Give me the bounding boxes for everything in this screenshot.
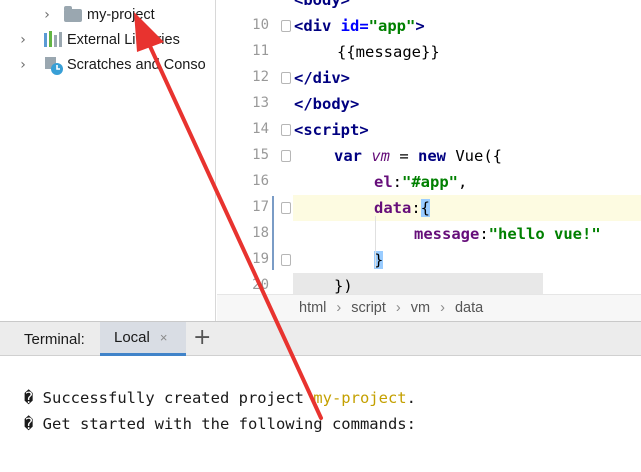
- code-line: }): [293, 273, 543, 294]
- chevron-right-icon: ›: [336, 300, 342, 316]
- line-number: 12: [252, 69, 269, 85]
- code-line: <body>: [294, 0, 350, 9]
- scratches-icon: [44, 56, 64, 75]
- library-icon: [44, 31, 64, 49]
- chevron-right-icon[interactable]: ›: [40, 7, 54, 23]
- line-number: 18: [252, 225, 269, 241]
- fold-marker-icon[interactable]: [281, 254, 291, 266]
- terminal-line: � Get started with the following command…: [24, 415, 416, 433]
- breadcrumb-item[interactable]: script: [351, 300, 386, 316]
- code-line: message:"hello vue!": [414, 225, 601, 243]
- code-line: </div>: [294, 69, 350, 87]
- tab-local[interactable]: Local ×: [100, 322, 186, 356]
- tree-item-my-project[interactable]: › my-project: [40, 3, 155, 27]
- tree-item-label: External Libraries: [67, 32, 180, 48]
- line-number: 16: [252, 173, 269, 189]
- code-line: el:"#app",: [374, 173, 468, 191]
- current-code-line: data:{: [293, 195, 641, 221]
- code-line: var vm = new Vue({: [334, 147, 502, 165]
- breadcrumb-item[interactable]: html: [299, 300, 326, 316]
- code-line: </body>: [294, 95, 360, 113]
- breadcrumb-item[interactable]: data: [455, 300, 483, 316]
- code-editor[interactable]: <body> <div id="app"> {{message}} </div>…: [293, 0, 641, 294]
- folder-icon: [64, 6, 84, 24]
- fold-marker-icon[interactable]: [281, 20, 291, 32]
- chevron-right-icon[interactable]: ›: [16, 32, 30, 48]
- close-icon[interactable]: ×: [160, 330, 168, 345]
- tree-item-label: Scratches and Conso: [67, 57, 206, 73]
- add-tab-button[interactable]: +: [193, 325, 211, 350]
- change-marker: [272, 196, 274, 270]
- terminal-header: Terminal: Local × +: [0, 321, 641, 356]
- code-line: <script>: [294, 121, 369, 139]
- tree-item-external-libraries[interactable]: › External Libraries: [16, 28, 180, 52]
- line-number: 14: [252, 121, 269, 137]
- line-number: 19: [252, 251, 269, 267]
- chevron-right-icon[interactable]: ›: [16, 57, 30, 73]
- fold-marker-icon[interactable]: [281, 124, 291, 136]
- line-number: 15: [252, 147, 269, 163]
- breadcrumb-item[interactable]: vm: [411, 300, 430, 316]
- breadcrumb: html › script › vm › data: [217, 294, 641, 321]
- chevron-right-icon: ›: [440, 300, 445, 316]
- line-number: 10: [252, 17, 269, 33]
- terminal-line: � Successfully created project my-projec…: [24, 389, 416, 407]
- tab-label: Local: [114, 329, 150, 346]
- line-number: 17: [252, 199, 269, 215]
- code-line: {{message}}: [337, 43, 440, 61]
- tree-item-scratches[interactable]: › Scratches and Conso: [16, 53, 206, 77]
- code-line: <div id="app">: [294, 17, 425, 35]
- fold-marker-icon[interactable]: [281, 150, 291, 162]
- line-number: 20: [252, 277, 269, 293]
- terminal-title: Terminal:: [24, 331, 85, 348]
- project-tree-panel: › my-project › External Libraries › Scra…: [0, 0, 216, 321]
- line-number: 11: [252, 43, 269, 59]
- tree-item-label: my-project: [87, 7, 155, 23]
- terminal-output[interactable]: � Successfully created project my-projec…: [0, 356, 641, 472]
- indent-guide: [375, 216, 376, 268]
- line-number: 13: [252, 95, 269, 111]
- fold-marker-icon[interactable]: [281, 72, 291, 84]
- chevron-right-icon: ›: [395, 300, 401, 316]
- fold-marker-icon[interactable]: [281, 202, 291, 214]
